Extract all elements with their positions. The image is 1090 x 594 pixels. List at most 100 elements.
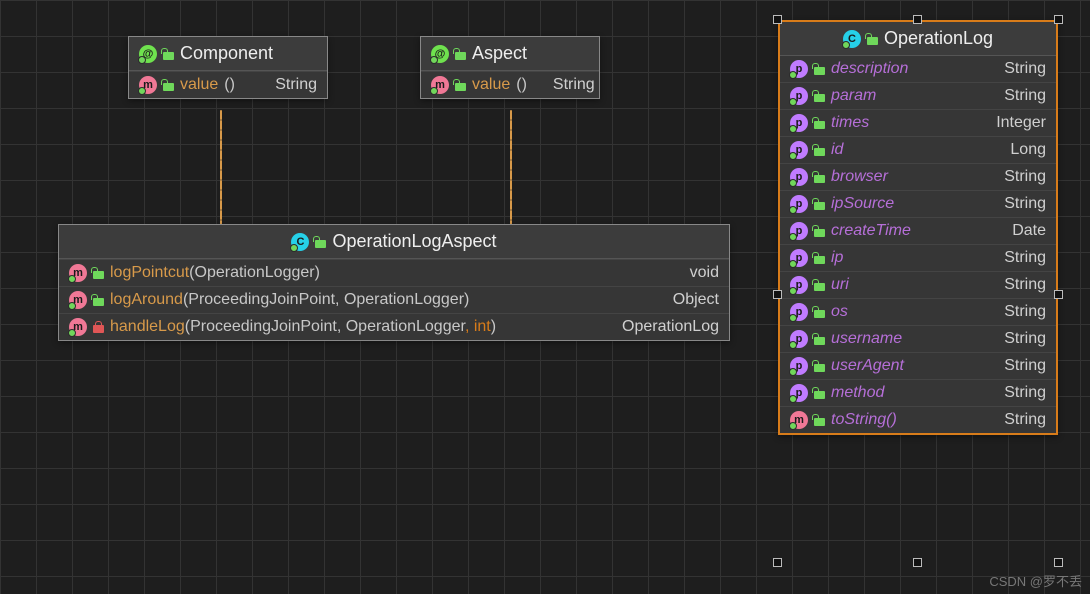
- resize-handle[interactable]: [1054, 290, 1063, 299]
- resize-handle[interactable]: [773, 15, 782, 24]
- member-type: String: [255, 76, 317, 94]
- resize-handle[interactable]: [1054, 15, 1063, 24]
- member-row[interactable]: pparamString: [780, 82, 1056, 109]
- method-icon: m: [69, 318, 87, 336]
- unlock-icon: [814, 279, 825, 291]
- member-row[interactable]: p ip String: [780, 244, 1056, 271]
- member-row[interactable]: p ipSource String: [780, 190, 1056, 217]
- unlock-icon: [814, 225, 825, 237]
- member-type: String: [984, 303, 1046, 321]
- resize-handle[interactable]: [913, 15, 922, 24]
- property-icon: p: [790, 60, 808, 78]
- member-row[interactable]: m logPointcut(OperationLogger) void: [59, 259, 729, 286]
- member-row[interactable]: ptimesInteger: [780, 109, 1056, 136]
- member-name: logPointcut: [110, 264, 189, 281]
- member-sig: (OperationLogger): [189, 264, 320, 281]
- member-type: String: [984, 60, 1046, 78]
- unlock-icon: [93, 267, 104, 279]
- property-icon: p: [790, 195, 808, 213]
- resize-handle[interactable]: [913, 558, 922, 567]
- member-row[interactable]: pusernameString: [780, 325, 1056, 352]
- property-icon: p: [790, 303, 808, 321]
- method-icon: m: [69, 291, 87, 309]
- member-name: toString(): [831, 411, 897, 429]
- class-title: Component: [180, 43, 273, 64]
- unlock-icon: [814, 252, 825, 264]
- member-sig: (): [224, 76, 235, 94]
- member-type: Object: [653, 291, 719, 309]
- unlock-icon: [814, 414, 825, 426]
- unlock-icon: [814, 306, 825, 318]
- member-row[interactable]: puserAgentString: [780, 352, 1056, 379]
- class-box-operationlogaspect[interactable]: C OperationLogAspect m logPointcut(Opera…: [58, 224, 730, 341]
- class-header: C OperationLog: [780, 22, 1056, 56]
- unlock-icon: [814, 90, 825, 102]
- annotation-icon: @: [431, 45, 449, 63]
- unlock-icon: [814, 333, 825, 345]
- member-type: OperationLog: [602, 318, 719, 336]
- watermark: CSDN @罗不丢: [989, 571, 1082, 590]
- member-row[interactable]: m toString() String: [780, 406, 1056, 433]
- member-sig-post: ): [491, 318, 496, 335]
- member-name: ipSource: [831, 195, 894, 213]
- member-type: String: [984, 411, 1046, 429]
- annotation-icon: @: [139, 45, 157, 63]
- property-icon: p: [790, 168, 808, 186]
- member-type: Long: [990, 141, 1046, 159]
- resize-handle[interactable]: [773, 290, 782, 299]
- member-row[interactable]: pbrowserString: [780, 163, 1056, 190]
- class-header: C OperationLogAspect: [59, 225, 729, 259]
- property-icon: p: [790, 249, 808, 267]
- member-name: value: [180, 76, 218, 94]
- class-box-aspect[interactable]: @ Aspect m value() String: [420, 36, 600, 99]
- member-name: method: [831, 384, 884, 402]
- unlock-icon: [814, 198, 825, 210]
- member-name: value: [472, 76, 510, 94]
- unlock-icon: [814, 387, 825, 399]
- member-type: Date: [992, 222, 1046, 240]
- member-row[interactable]: pmethodString: [780, 379, 1056, 406]
- member-row[interactable]: m value() String: [421, 71, 599, 98]
- unlock-icon: [93, 294, 104, 306]
- member-type: String: [984, 276, 1046, 294]
- unlock-icon: [163, 48, 174, 60]
- unlock-icon: [814, 63, 825, 75]
- member-type: String: [984, 330, 1046, 348]
- unlock-icon: [455, 48, 466, 60]
- member-row[interactable]: pdescriptionString: [780, 56, 1056, 82]
- member-row[interactable]: pcreateTimeDate: [780, 217, 1056, 244]
- class-icon: C: [291, 233, 309, 251]
- resize-handle[interactable]: [1054, 558, 1063, 567]
- member-name: userAgent: [831, 357, 904, 375]
- resize-handle[interactable]: [773, 558, 782, 567]
- member-type: String: [533, 76, 595, 94]
- method-icon: m: [139, 76, 157, 94]
- member-row[interactable]: pidLong: [780, 136, 1056, 163]
- unlock-icon: [163, 79, 174, 91]
- member-name: logAround: [110, 291, 183, 308]
- member-type: String: [984, 357, 1046, 375]
- method-icon: m: [790, 411, 808, 429]
- member-row[interactable]: m value () String: [129, 71, 327, 98]
- member-name: browser: [831, 168, 888, 186]
- member-name: ip: [831, 249, 843, 267]
- member-row[interactable]: m logAround(ProceedingJoinPoint, Operati…: [59, 286, 729, 313]
- member-row[interactable]: m handleLog(ProceedingJoinPoint, Operati…: [59, 313, 729, 340]
- unlock-icon: [315, 236, 326, 248]
- member-type: String: [984, 249, 1046, 267]
- member-row[interactable]: p os String: [780, 298, 1056, 325]
- class-title: Aspect: [472, 43, 527, 64]
- class-title: OperationLogAspect: [332, 231, 496, 252]
- member-type: String: [984, 195, 1046, 213]
- property-icon: p: [790, 222, 808, 240]
- unlock-icon: [814, 171, 825, 183]
- property-icon: p: [790, 87, 808, 105]
- connector-component-to-aspectclass: [220, 110, 222, 225]
- member-name: os: [831, 303, 848, 321]
- class-icon: C: [843, 30, 861, 48]
- method-icon: m: [69, 264, 87, 282]
- member-row[interactable]: puriString: [780, 271, 1056, 298]
- class-box-operationlog[interactable]: C OperationLog pdescriptionStringpparamS…: [778, 20, 1058, 435]
- member-sig-pre: (ProceedingJoinPoint, OperationLogger: [185, 318, 465, 335]
- class-box-component[interactable]: @ Component m value () String: [128, 36, 328, 99]
